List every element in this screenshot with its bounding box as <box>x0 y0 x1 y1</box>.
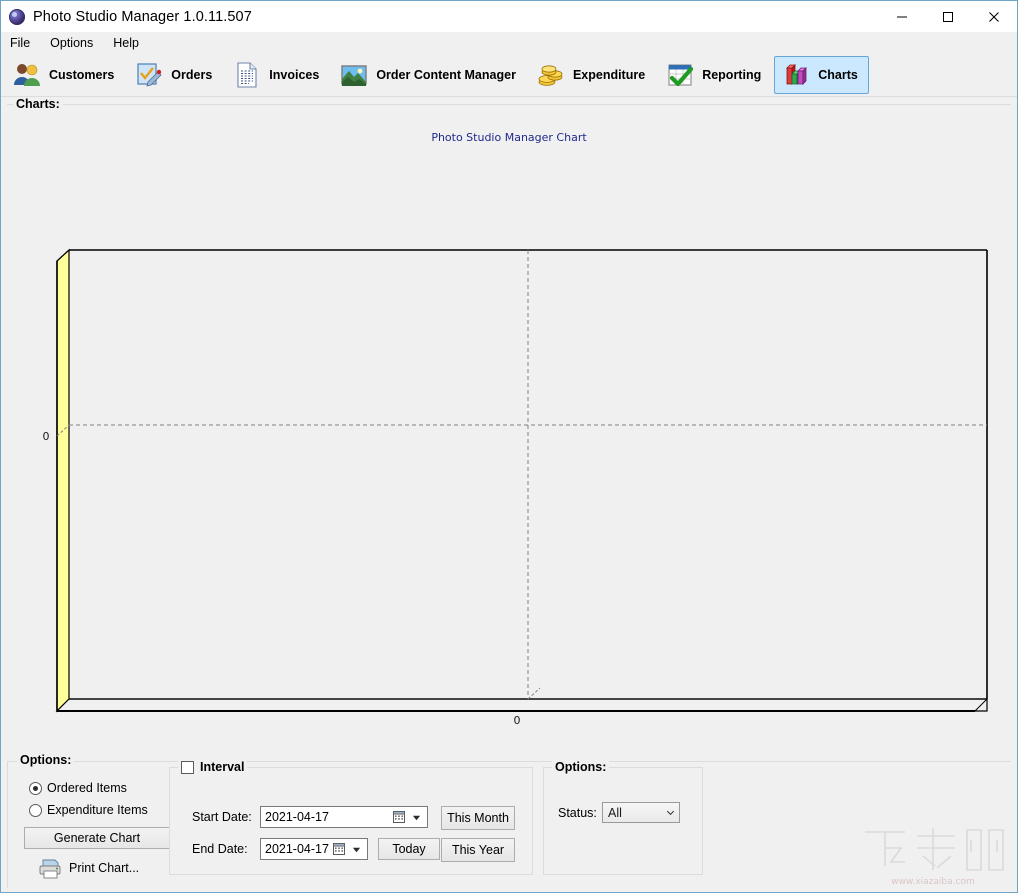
toolbar-button-expenditure[interactable]: Expenditure <box>529 56 656 94</box>
print-chart-button[interactable]: Print Chart... <box>37 857 139 879</box>
close-button[interactable] <box>971 1 1017 32</box>
radio-ordered-items-label: Ordered Items <box>47 781 127 795</box>
toolbar-button-invoices[interactable]: Invoices <box>225 56 330 94</box>
end-date-picker[interactable]: 2021-04-17 <box>260 838 368 860</box>
photo-landscape-icon <box>339 60 369 90</box>
start-date-row: Start Date: 2021-04-17 <box>192 806 428 828</box>
status-options-fieldset: Options: Status: All <box>543 760 703 875</box>
toolbar-button-charts[interactable]: Charts <box>774 55 869 94</box>
radio-expenditure-items[interactable]: Expenditure Items <box>29 803 148 817</box>
toolbar-button-orders[interactable]: Orders <box>127 56 223 94</box>
generate-chart-button[interactable]: Generate Chart <box>24 827 170 849</box>
maximize-button[interactable] <box>925 1 971 32</box>
calendar-icon[interactable] <box>391 809 407 825</box>
document-lines-icon <box>232 60 262 90</box>
chevron-down-icon[interactable] <box>349 841 363 857</box>
title-bar: Photo Studio Manager 1.0.11.507 <box>1 1 1017 32</box>
chart-canvas[interactable]: Photo Studio Manager Chart 0 0 <box>7 131 1011 741</box>
menu-bar: File Options Help <box>1 32 1017 53</box>
chart-floor <box>55 698 988 712</box>
chart-plot-svg: 0 0 <box>43 248 988 727</box>
menu-item-options[interactable]: Options <box>48 34 102 52</box>
minimize-button[interactable] <box>879 1 925 32</box>
toolbar-label-order-content-manager: Order Content Manager <box>376 67 516 82</box>
calendar-checkmark-icon <box>665 60 695 90</box>
options-group-box: Options: Ordered Items Expenditure Items… <box>7 753 1011 888</box>
interval-label: Interval <box>200 760 245 774</box>
toolbar-button-order-content-manager[interactable]: Order Content Manager <box>332 56 527 94</box>
toolbar-label-reporting: Reporting <box>702 67 762 82</box>
chart-source-radio-group: Ordered Items Expenditure Items <box>29 781 148 817</box>
chevron-down-icon[interactable] <box>409 809 423 825</box>
toolbar-label-customers: Customers <box>49 67 115 82</box>
end-date-value: 2021-04-17 <box>265 842 329 856</box>
today-button[interactable]: Today <box>378 838 440 860</box>
application-window: Photo Studio Manager 1.0.11.507 File Opt… <box>0 0 1018 893</box>
toolbar-label-orders: Orders <box>171 67 213 82</box>
radio-ordered-items[interactable]: Ordered Items <box>29 781 148 795</box>
status-value: All <box>608 805 622 820</box>
start-date-value: 2021-04-17 <box>265 810 329 824</box>
menu-item-file[interactable]: File <box>8 34 39 52</box>
window-controls <box>879 1 1017 32</box>
toolbar-label-charts: Charts <box>818 67 858 82</box>
chevron-down-icon[interactable] <box>661 807 679 818</box>
toolbar-label-invoices: Invoices <box>269 67 320 82</box>
this-month-button[interactable]: This Month <box>441 806 515 830</box>
options-group-label: Options: <box>17 753 75 767</box>
toolbar-label-expenditure: Expenditure <box>572 67 646 82</box>
chart-xtick-label-0: 0 <box>514 714 521 727</box>
two-users-icon <box>12 60 42 90</box>
gold-coins-icon <box>536 60 566 90</box>
end-date-label: End Date: <box>192 842 248 856</box>
charts-group-box: Charts: Photo Studio Manager Chart 0 0 <box>7 97 1011 745</box>
radio-expenditure-items-label: Expenditure Items <box>47 803 148 817</box>
checklist-pen-icon <box>134 60 164 90</box>
start-date-label: Start Date: <box>192 810 252 824</box>
status-options-label: Options: <box>552 760 610 774</box>
radio-ordered-items-indicator <box>29 781 42 795</box>
chart-left-wall <box>56 248 70 713</box>
camera-lens-icon <box>9 8 25 25</box>
radio-expenditure-items-indicator <box>29 803 42 817</box>
chart-ytick-label-0: 0 <box>43 430 50 443</box>
printer-icon <box>37 857 63 879</box>
calendar-icon[interactable] <box>331 841 347 857</box>
menu-item-help[interactable]: Help <box>111 34 148 52</box>
interval-checkbox[interactable] <box>181 760 194 774</box>
print-chart-label: Print Chart... <box>69 861 140 875</box>
this-year-button[interactable]: This Year <box>441 838 515 862</box>
interval-checkbox-row[interactable]: Interval <box>178 760 248 774</box>
chart-xtick-connector <box>527 687 541 700</box>
bar-chart-3d-icon <box>781 60 811 90</box>
status-select[interactable]: All <box>602 802 680 823</box>
window-title: Photo Studio Manager 1.0.11.507 <box>33 8 252 25</box>
interval-fieldset: Interval Start Date: 2021-04-17 End Date… <box>169 760 533 875</box>
start-date-picker[interactable]: 2021-04-17 <box>260 806 428 828</box>
charts-group-label: Charts: <box>13 97 63 111</box>
status-row: Status: All <box>558 802 680 823</box>
status-label: Status: <box>558 805 597 820</box>
end-date-row: End Date: 2021-04-17 Today <box>192 838 440 860</box>
toolbar-button-customers[interactable]: Customers <box>5 56 125 94</box>
toolbar-button-reporting[interactable]: Reporting <box>658 56 772 94</box>
main-toolbar: Customers Orders Invoices Order Content … <box>1 53 1017 97</box>
